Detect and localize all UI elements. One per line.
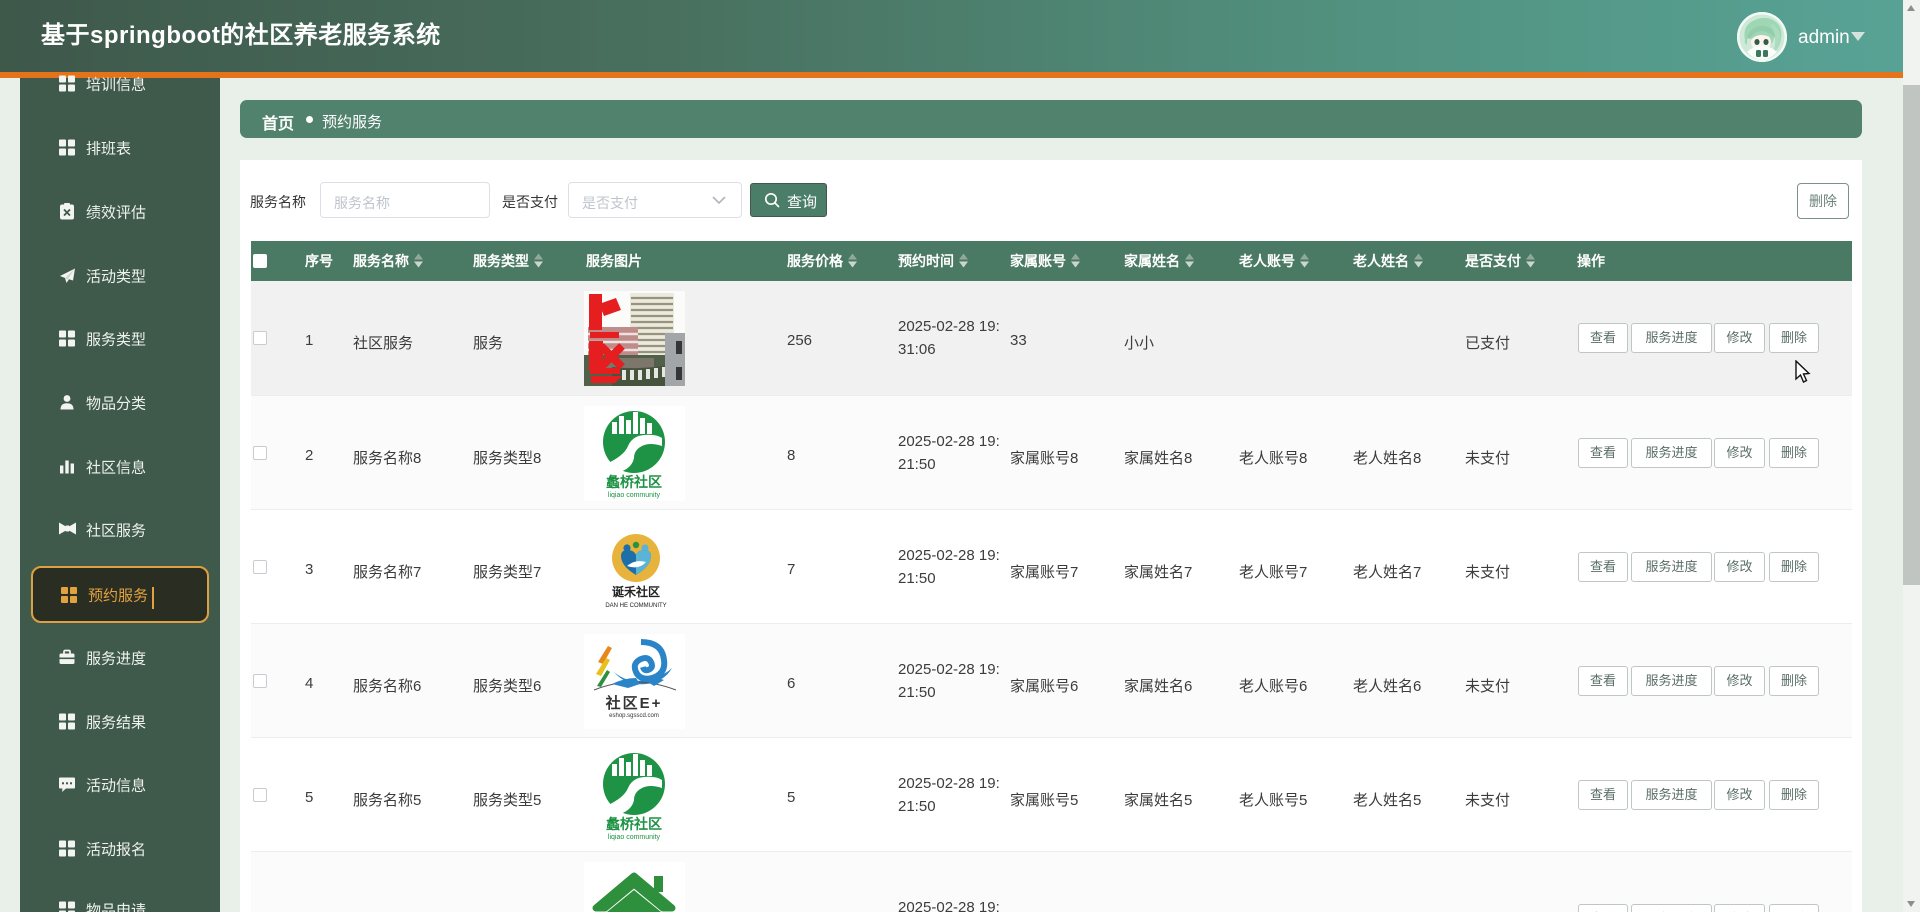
svg-text:蠡桥社区: 蠡桥社区 [606, 816, 662, 832]
svg-text:liqiao community: liqiao community [608, 492, 661, 499]
svg-text:DAN HE COMMUNITY: DAN HE COMMUNITY [605, 603, 666, 609]
svg-text:蠡桥社区: 蠡桥社区 [606, 474, 662, 490]
svg-text:诞禾社区: 诞禾社区 [612, 584, 660, 599]
svg-text:liqiao community: liqiao community [608, 834, 661, 841]
svg-text:eshop.sgsscd.com: eshop.sgsscd.com [609, 713, 659, 719]
svg-text:社区E+: 社区E+ [605, 694, 663, 712]
